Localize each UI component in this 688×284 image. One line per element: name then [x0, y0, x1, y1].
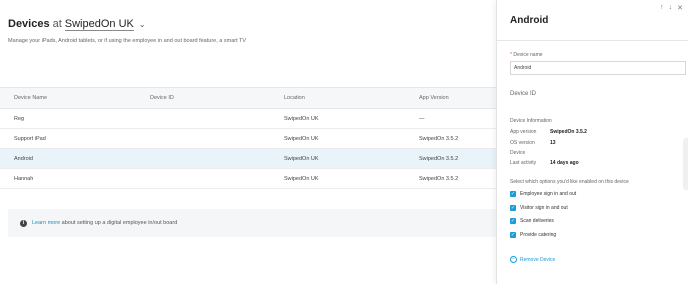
info-banner-text: Learn more about setting up a digital em… [32, 220, 177, 226]
app-version-label: App version [510, 129, 537, 135]
devices-table: Device Name Device ID Location App Versi… [0, 87, 500, 189]
table-row[interactable]: Hannah SwipedOn UK SwipedOn 3.5.2 [0, 169, 500, 189]
os-version-value: 13 [550, 140, 556, 146]
option-scan-deliveries[interactable]: ✓ Scan deliveries [510, 218, 554, 224]
arrow-up-icon[interactable]: ↑ [660, 4, 664, 12]
option-label: Provide catering [520, 232, 557, 238]
last-activity-label: Last activity [510, 160, 537, 166]
cell-location: SwipedOn UK [284, 135, 319, 142]
option-employee-sign-in[interactable]: ✓ Employee sign in and out [510, 191, 576, 197]
cell-app-version: SwipedOn 3.5.2 [419, 135, 459, 142]
option-label: Scan deliveries [520, 218, 554, 224]
cell-location: SwipedOn UK [284, 175, 319, 182]
device-id-label: Device ID [510, 91, 537, 97]
cell-device-name: Reg [14, 115, 25, 122]
page-title: Devices at SwipedOn UK ⌄ [8, 18, 146, 31]
column-header-device-name[interactable]: Device Name [0, 95, 136, 101]
table-row-selected[interactable]: Android SwipedOn UK SwipedOn 3.5.2 [0, 149, 500, 169]
table-row[interactable]: Support iPad SwipedOn UK SwipedOn 3.5.2 [0, 129, 500, 149]
drawer-header: Android ↑ ↓ ✕ [497, 0, 688, 41]
remove-device-button[interactable]: − Remove Device [510, 256, 555, 263]
info-icon: i [20, 219, 27, 227]
os-version-label: OS version [510, 140, 535, 146]
cell-app-version: SwipedOn 3.5.2 [419, 175, 459, 182]
column-header-device-id[interactable]: Device ID [136, 95, 270, 101]
option-label: Employee sign in and out [520, 191, 577, 197]
cell-device-name: Hannah [14, 175, 34, 182]
device-label: Device [510, 150, 526, 156]
option-visitor-sign-in[interactable]: ✓ Visitor sign in and out [510, 205, 568, 211]
cell-device-name: Support iPad [14, 135, 46, 142]
option-provide-catering[interactable]: ✓ Provide catering [510, 232, 556, 238]
app-version-value: SwipedOn 3.5.2 [550, 129, 587, 135]
options-heading: Select which options you'd like enabled … [510, 179, 629, 185]
checkbox-checked-icon[interactable]: ✓ [510, 205, 516, 211]
checkbox-checked-icon[interactable]: ✓ [510, 191, 516, 197]
cell-location: SwipedOn UK [284, 115, 319, 122]
required-marker: * [510, 52, 512, 58]
chevron-down-icon[interactable]: ⌄ [139, 20, 146, 29]
cell-device-name: Android [14, 155, 33, 162]
info-banner: i Learn more about setting up a digital … [8, 209, 500, 237]
table-header: Device Name Device ID Location App Versi… [0, 87, 500, 109]
column-header-location[interactable]: Location [270, 95, 405, 101]
info-banner-message: about setting up a digital employee in/o… [61, 220, 178, 226]
device-row: Device [510, 150, 525, 156]
cell-app-version: SwipedOn 3.5.2 [419, 155, 459, 162]
drawer-scrollbar[interactable] [683, 138, 688, 190]
app-version-row: App version SwipedOn 3.5.2 [510, 129, 587, 135]
page-subtitle: Manage your iPads, Android tablets, or i… [8, 38, 247, 44]
cell-app-version: — [419, 115, 425, 122]
arrow-down-icon[interactable]: ↓ [669, 4, 673, 12]
minus-circle-icon: − [510, 256, 517, 263]
drawer-title: Android [510, 15, 549, 26]
checkbox-checked-icon[interactable]: ✓ [510, 232, 516, 238]
os-version-row: OS version 13 [510, 140, 556, 146]
page-title-text: Devices [8, 18, 50, 30]
device-information-heading: Device Information [510, 118, 552, 124]
table-row[interactable]: Reg SwipedOn UK — [0, 109, 500, 129]
page-title-at: at [52, 18, 62, 30]
device-detail-drawer: Android ↑ ↓ ✕ * Device name Android Devi… [496, 0, 688, 284]
drawer-controls: ↑ ↓ ✕ [660, 4, 683, 12]
column-header-app-version[interactable]: App Version [405, 95, 500, 101]
device-name-input[interactable]: Android [510, 61, 686, 75]
checkbox-checked-icon[interactable]: ✓ [510, 218, 516, 224]
device-name-label-text: Device name [513, 52, 543, 58]
last-activity-row: Last activity 14 days ago [510, 160, 579, 166]
close-icon[interactable]: ✕ [677, 4, 683, 12]
option-label: Visitor sign in and out [520, 205, 568, 211]
cell-location: SwipedOn UK [284, 155, 319, 162]
remove-device-label: Remove Device [520, 256, 556, 263]
learn-more-link[interactable]: Learn more [32, 220, 60, 226]
organization-selector[interactable]: SwipedOn UK [64, 18, 134, 31]
device-name-label: * Device name [510, 52, 543, 58]
last-activity-value: 14 days ago [550, 160, 579, 166]
